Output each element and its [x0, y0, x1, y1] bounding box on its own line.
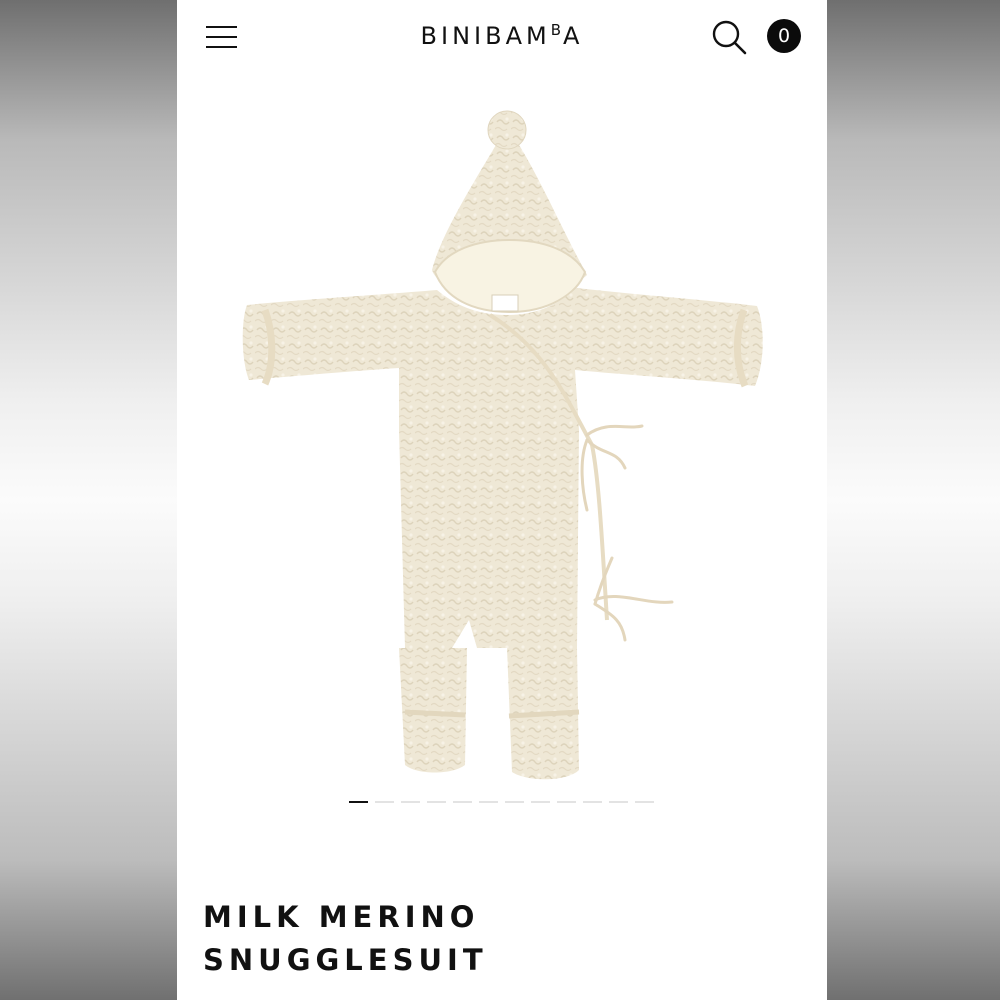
- carousel-dot-10[interactable]: [583, 801, 602, 803]
- product-title-line-2: SNUGGLESUIT: [203, 943, 488, 977]
- cart-button[interactable]: 0: [767, 19, 801, 53]
- carousel-dot-4[interactable]: [427, 801, 446, 803]
- snugglesuit-illustration: [242, 110, 763, 780]
- carousel-indicators: [349, 801, 654, 805]
- carousel-dot-1[interactable]: [349, 801, 368, 803]
- carousel-dot-9[interactable]: [557, 801, 576, 803]
- logo-text-main: BINIBAM: [420, 22, 551, 50]
- carousel-dot-2[interactable]: [375, 801, 394, 803]
- carousel-dot-7[interactable]: [505, 801, 524, 803]
- carousel-dot-12[interactable]: [635, 801, 654, 803]
- logo-text-end: A: [563, 22, 584, 50]
- product-title: MILK MERINO SNUGGLESUIT: [203, 896, 488, 982]
- product-image[interactable]: [207, 100, 797, 790]
- header: BINIBAMBA 0: [177, 0, 827, 80]
- logo-text-superscript: B: [550, 21, 562, 39]
- product-title-line-1: MILK MERINO: [203, 900, 480, 934]
- page: BINIBAMBA 0 MILK MERINO SNUGGLESUIT: [177, 0, 827, 1000]
- carousel-dot-8[interactable]: [531, 801, 550, 803]
- search-icon[interactable]: [711, 19, 747, 55]
- carousel-dot-5[interactable]: [453, 801, 472, 803]
- carousel-dot-11[interactable]: [609, 801, 628, 803]
- carousel-dot-6[interactable]: [479, 801, 498, 803]
- carousel-dot-3[interactable]: [401, 801, 420, 803]
